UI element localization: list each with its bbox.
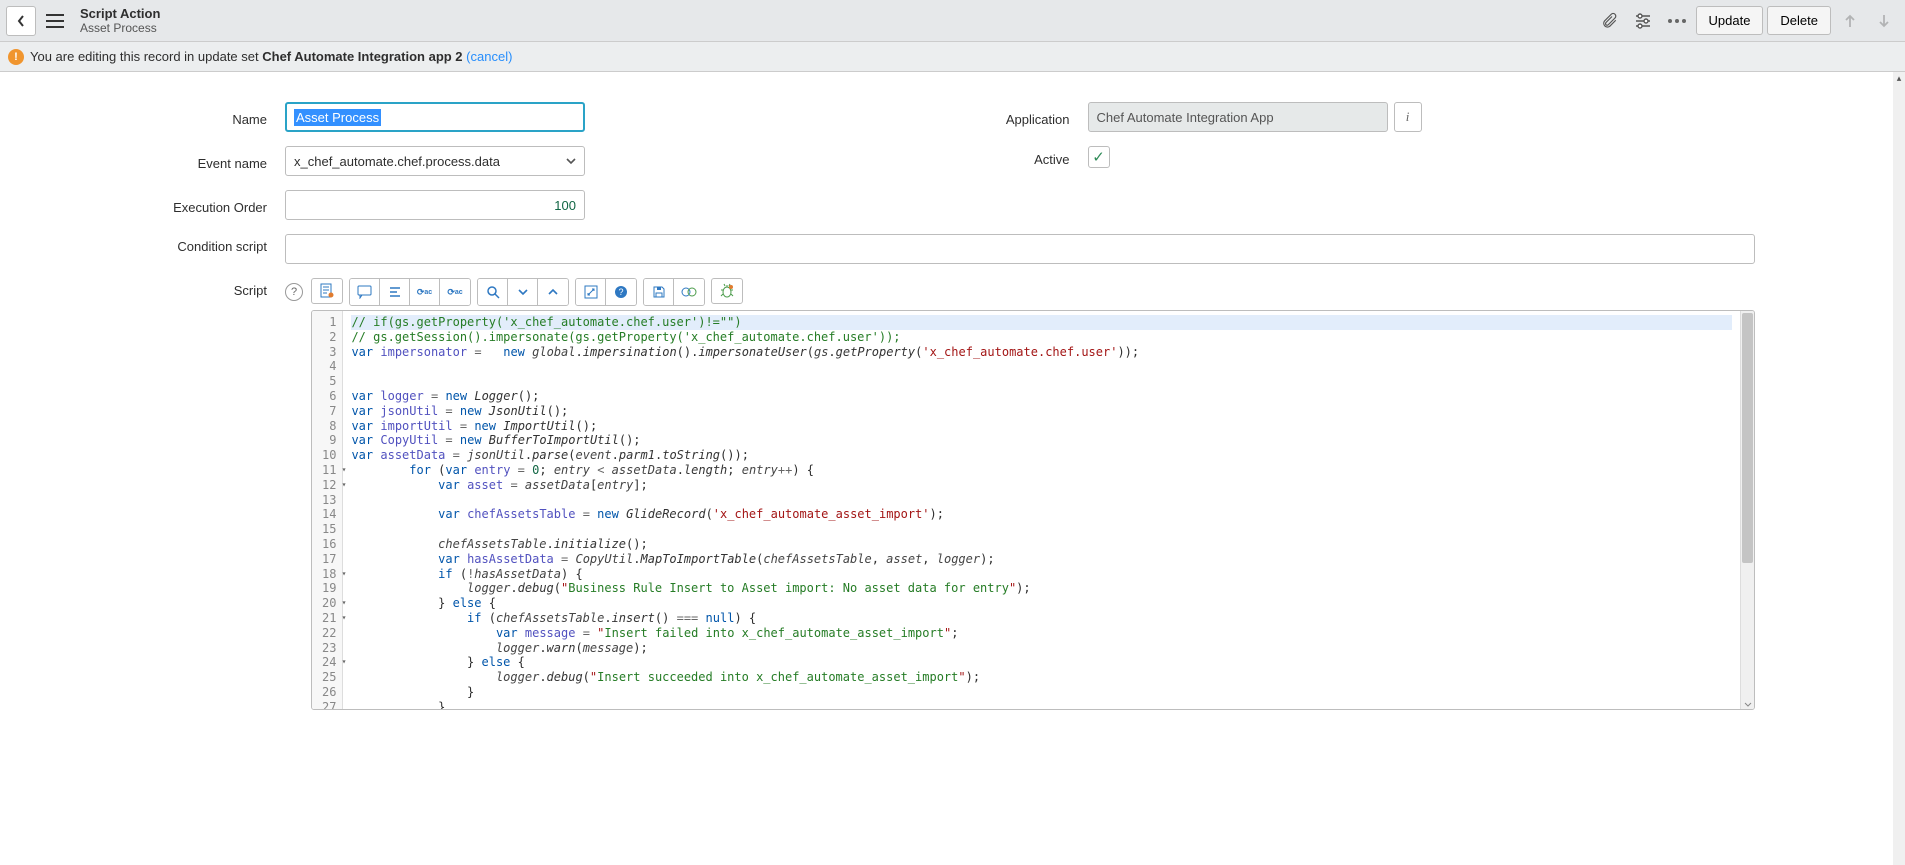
delete-button[interactable]: Delete <box>1767 6 1831 35</box>
next-record-button[interactable] <box>1869 6 1899 36</box>
line-gutter: 1234567891011121314151617181920212223242… <box>312 311 343 709</box>
application-field: Chef Automate Integration App <box>1088 102 1388 132</box>
edit-group: ⟳ac ⟳ac <box>349 278 471 306</box>
condition-script-field[interactable] <box>285 234 1755 264</box>
toggle-syntax-button[interactable] <box>311 278 343 304</box>
settings-button[interactable] <box>1628 6 1658 36</box>
name-field[interactable]: Asset Process <box>285 102 585 132</box>
format-icon <box>388 285 402 299</box>
event-name-label: Event name <box>150 151 285 171</box>
execution-order-field[interactable] <box>285 190 585 220</box>
script-help-button[interactable]: ? <box>285 283 303 301</box>
toggle-diff-button[interactable] <box>674 279 704 305</box>
prev-record-button[interactable] <box>1835 6 1865 36</box>
warning-icon: ! <box>8 49 24 65</box>
application-info-button[interactable]: i <box>1394 102 1422 132</box>
help-button[interactable]: ? <box>606 279 636 305</box>
search-button[interactable] <box>478 279 508 305</box>
code-content[interactable]: // if(gs.getProperty('x_chef_automate.ch… <box>343 311 1740 709</box>
search-prev-button[interactable] <box>538 279 568 305</box>
help-icon: ? <box>614 285 628 299</box>
page-scrollbar[interactable]: ▴ <box>1893 72 1905 865</box>
editor-toolbar: ⟳ac ⟳ac ? <box>311 278 1755 306</box>
event-name-select[interactable]: x_chef_automate.chef.process.data <box>285 146 585 176</box>
replace-button[interactable]: ⟳ac <box>410 279 440 305</box>
application-label: Application <box>953 107 1088 127</box>
code-editor[interactable]: 1234567891011121314151617181920212223242… <box>311 310 1755 710</box>
fullscreen-icon <box>584 285 598 299</box>
save-icon <box>652 285 666 299</box>
bug-icon <box>719 283 735 299</box>
cancel-link[interactable]: (cancel) <box>466 49 512 64</box>
script-label: Script <box>150 278 285 298</box>
editor-scrollbar[interactable] <box>1740 311 1754 709</box>
search-group <box>477 278 569 306</box>
diff-icon <box>681 285 697 299</box>
script-icon <box>319 283 335 299</box>
header-left: Script Action Asset Process <box>6 6 160 36</box>
update-set-notice: ! You are editing this record in update … <box>0 42 1905 72</box>
event-name-value: x_chef_automate.chef.process.data <box>285 146 585 176</box>
arrow-up-icon <box>1843 13 1857 29</box>
form: Name Asset Process Application Chef Auto… <box>0 72 1905 734</box>
fullscreen-button[interactable] <box>576 279 606 305</box>
condition-script-label: Condition script <box>150 234 285 254</box>
page-subtitle: Asset Process <box>80 21 160 35</box>
attachments-button[interactable] <box>1594 6 1624 36</box>
chevron-left-icon <box>16 14 26 28</box>
name-label: Name <box>150 107 285 127</box>
replace-all-button[interactable]: ⟳ac <box>440 279 470 305</box>
svg-text:?: ? <box>618 287 623 297</box>
chevron-up-icon <box>547 288 559 296</box>
script-debugger-button[interactable] <box>711 278 743 304</box>
scroll-down-icon <box>1741 699 1755 709</box>
menu-button[interactable] <box>40 6 70 36</box>
scroll-thumb[interactable] <box>1742 313 1753 563</box>
title-block: Script Action Asset Process <box>80 6 160 36</box>
format-button[interactable] <box>380 279 410 305</box>
active-label: Active <box>953 147 1088 167</box>
name-value: Asset Process <box>294 109 381 126</box>
search-next-button[interactable] <box>508 279 538 305</box>
update-button[interactable]: Update <box>1696 6 1764 35</box>
view-group: ? <box>575 278 637 306</box>
execution-order-label: Execution Order <box>150 195 285 215</box>
save-button[interactable] <box>644 279 674 305</box>
page-title: Script Action <box>80 6 160 22</box>
notice-bold: Chef Automate Integration app 2 <box>262 49 462 64</box>
arrow-down-icon <box>1877 13 1891 29</box>
active-checkbox[interactable]: ✓ <box>1088 146 1110 168</box>
scroll-up-icon: ▴ <box>1893 72 1905 84</box>
header-right: Update Delete <box>1594 6 1900 36</box>
script-editor-wrap: ⟳ac ⟳ac ? <box>311 278 1755 710</box>
save-group <box>643 278 705 306</box>
chevron-down-icon <box>517 288 529 296</box>
notice-text: You are editing this record in update se… <box>30 49 512 64</box>
search-icon <box>486 285 500 299</box>
hamburger-icon <box>46 14 64 28</box>
comment-icon <box>357 285 373 299</box>
dots-icon <box>1668 19 1686 23</box>
back-button[interactable] <box>6 6 36 36</box>
notice-prefix: You are editing this record in update se… <box>30 49 262 64</box>
comment-button[interactable] <box>350 279 380 305</box>
header-bar: Script Action Asset Process Update Delet… <box>0 0 1905 42</box>
more-actions-button[interactable] <box>1662 6 1692 36</box>
sliders-icon <box>1634 13 1652 29</box>
paperclip-icon <box>1600 12 1618 30</box>
